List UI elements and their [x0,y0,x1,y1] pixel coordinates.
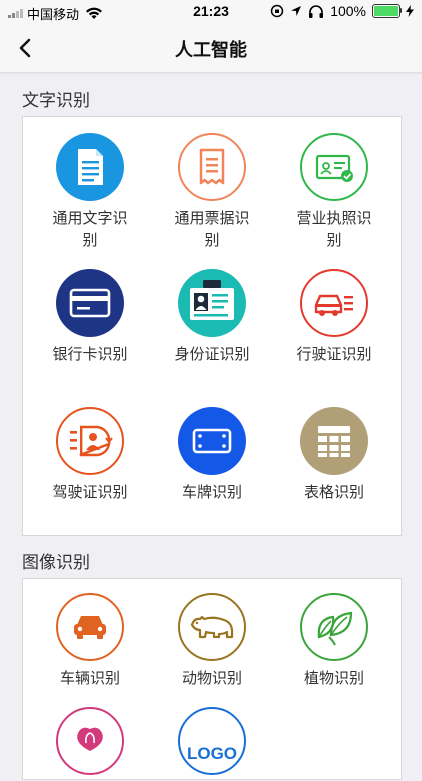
grid-item-label: 行驶证识别 [296,345,372,363]
grid-item-label: 车辆识别 [59,669,120,687]
grid-item-label: 驾驶证识别 [52,483,128,501]
grid-item-flower[interactable] [27,707,153,781]
table-icon [300,407,368,475]
vehicle-license-icon [300,269,368,337]
status-right: 100% [270,3,414,19]
grid-item-label: 身份证识别 [174,345,250,363]
page-title: 人工智能 [175,40,247,61]
logo-icon: LOGO [178,707,246,775]
orientation-lock-icon [270,4,284,18]
plant-icon [300,593,368,661]
grid-item-label: 表格识别 [303,483,364,501]
car-icon [56,593,124,661]
grid-item-business-license[interactable]: 营业执照识别 [271,133,397,251]
grid-item-label: 通用票据识别 [174,209,250,249]
section-title-image-recognition: 图像识别 [22,553,90,573]
headphones-icon [309,4,324,18]
grid-item-general-receipt[interactable]: 通用票据识别 [149,133,275,251]
grid-item-label: 动物识别 [181,669,242,687]
grid-item-driver-license[interactable]: 驾驶证识别 [27,407,153,503]
charging-icon [406,5,414,17]
battery-percent: 100% [330,3,366,19]
receipt-icon [178,133,246,201]
flower-icon [56,707,124,775]
grid-item-license-plate[interactable]: 车牌识别 [149,407,275,503]
grid-item-animal[interactable]: 动物识别 [149,593,275,689]
driver-license-icon [56,407,124,475]
license-plate-icon [178,407,246,475]
logo-icon-text: LOGO [186,744,238,763]
grid-item-general-text[interactable]: 通用文字识别 [27,133,153,251]
grid-item-car[interactable]: 车辆识别 [27,593,153,689]
grid-item-label: 银行卡识别 [52,345,128,363]
business-license-icon [300,133,368,201]
text-recognition-card: 通用文字识别 通用票据识别 营业执照识别 银行卡识别 身份证识别 行驶证识别 驾… [22,116,402,536]
section-title-text-recognition: 文字识别 [22,91,90,111]
status-bar: 中国移动 21:23 100% [0,0,422,24]
grid-item-id-card[interactable]: 身份证识别 [149,269,275,365]
grid-item-label: 车牌识别 [181,483,242,501]
grid-item-bank-card[interactable]: 银行卡识别 [27,269,153,365]
navigation-bar: 人工智能 [0,24,422,73]
document-icon [56,133,124,201]
grid-item-label: 植物识别 [303,669,364,687]
id-card-icon [178,269,246,337]
battery-icon [372,4,402,18]
animal-icon [178,593,246,661]
grid-item-vehicle-license[interactable]: 行驶证识别 [271,269,397,365]
grid-item-plant[interactable]: 植物识别 [271,593,397,689]
grid-item-label: 通用文字识别 [52,209,128,249]
grid-item-label: 营业执照识别 [296,209,372,249]
grid-item-table[interactable]: 表格识别 [271,407,397,503]
location-icon [291,6,302,16]
grid-item-logo[interactable]: LOGO [149,707,275,775]
bank-card-icon [56,269,124,337]
